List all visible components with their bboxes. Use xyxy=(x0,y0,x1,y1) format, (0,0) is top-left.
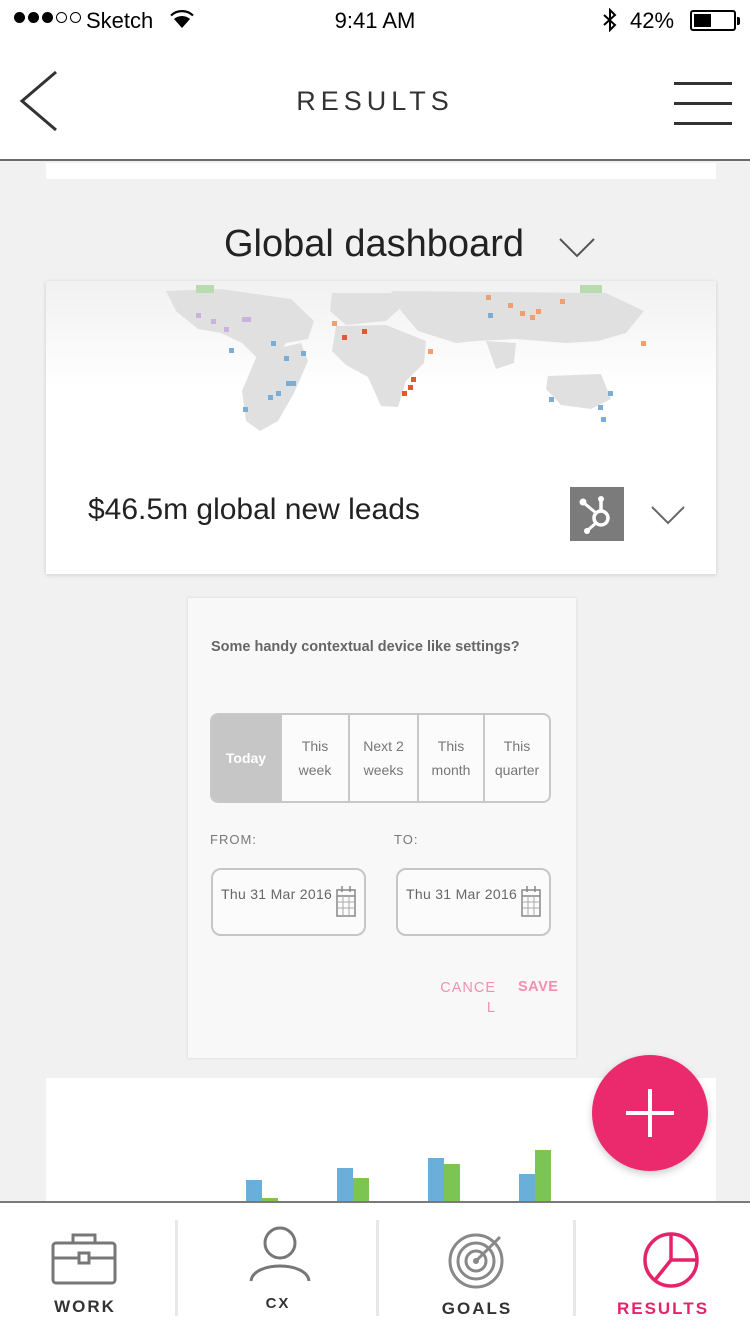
date-range-segmented-control: Today This week Next 2 weeks This month … xyxy=(210,713,551,803)
chart-bar-series1-1 xyxy=(246,1180,262,1201)
tab-label: CX xyxy=(265,1295,291,1312)
to-label: TO: xyxy=(394,832,419,847)
tab-label: WORK xyxy=(54,1297,116,1316)
calendar-icon xyxy=(521,886,541,917)
pie-chart-icon xyxy=(643,1232,699,1288)
range-option-this-month[interactable]: This month xyxy=(419,715,485,801)
previous-card-edge xyxy=(46,163,716,179)
from-date-value: Thu 31 Mar 2016 xyxy=(221,886,333,902)
world-map xyxy=(46,281,716,461)
dashboard-selector[interactable]: Global dashboard xyxy=(46,179,716,283)
leads-metric: $46.5m global new leads xyxy=(88,493,420,526)
dashboard-title: Global dashboard xyxy=(224,223,524,265)
chevron-down-icon xyxy=(559,238,595,258)
popup-question: Some handy contextual device like settin… xyxy=(211,639,520,655)
tab-goals[interactable]: GOALS xyxy=(379,1203,575,1334)
chart-bar-series1-3 xyxy=(428,1158,444,1201)
range-option-today[interactable]: Today xyxy=(212,715,282,801)
battery-icon xyxy=(690,10,740,31)
chart-bar-series2-2 xyxy=(353,1178,369,1201)
navigation-bar: RESULTS xyxy=(0,40,750,161)
person-icon xyxy=(249,1226,311,1282)
chart-bar-series2-4 xyxy=(535,1150,551,1201)
page-title: RESULTS xyxy=(296,86,454,116)
range-option-this-quarter[interactable]: This quarter xyxy=(485,715,549,801)
battery-percent: 42% xyxy=(630,8,675,33)
hubspot-icon[interactable] xyxy=(570,487,624,541)
cancel-button[interactable]: CANCEL xyxy=(440,978,496,1018)
tab-results[interactable]: RESULTS xyxy=(576,1203,750,1334)
menu-button[interactable] xyxy=(674,82,732,126)
date-range-popup: Some handy contextual device like settin… xyxy=(188,598,576,1058)
calendar-icon xyxy=(336,886,356,917)
chart-bar-series1-4 xyxy=(519,1174,535,1201)
target-icon xyxy=(448,1233,504,1289)
tab-work[interactable]: WORK xyxy=(0,1203,170,1334)
chart-bar-series2-3 xyxy=(444,1164,460,1201)
tab-label: GOALS xyxy=(441,1299,513,1318)
from-date-field[interactable]: Thu 31 Mar 2016 xyxy=(211,868,366,936)
briefcase-icon xyxy=(51,1233,117,1285)
tab-label: RESULTS xyxy=(616,1299,710,1318)
bluetooth-icon xyxy=(603,8,617,32)
plus-icon xyxy=(626,1089,674,1137)
world-map-graphic xyxy=(166,285,646,431)
global-leads-card[interactable]: $46.5m global new leads xyxy=(46,281,716,574)
chart-bar-series1-2 xyxy=(337,1168,353,1201)
to-date-field[interactable]: Thu 31 Mar 2016 xyxy=(396,868,551,936)
chevron-down-icon[interactable] xyxy=(650,505,686,525)
status-bar: Sketch 9:41 AM 42% xyxy=(0,0,750,40)
to-date-value: Thu 31 Mar 2016 xyxy=(406,886,518,902)
scroll-content[interactable]: Global dashboard $46.5m global new leads… xyxy=(0,163,750,1201)
add-button[interactable] xyxy=(592,1055,708,1171)
hamburger-icon xyxy=(674,82,732,85)
from-label: FROM: xyxy=(210,832,257,847)
save-button[interactable]: SAVE xyxy=(518,979,558,995)
tab-cx[interactable]: CX xyxy=(178,1203,378,1334)
tab-bar: WORK CX GOALS RESULTS xyxy=(0,1201,750,1334)
range-option-next-2-weeks[interactable]: Next 2 weeks xyxy=(350,715,419,801)
range-option-this-week[interactable]: This week xyxy=(282,715,350,801)
